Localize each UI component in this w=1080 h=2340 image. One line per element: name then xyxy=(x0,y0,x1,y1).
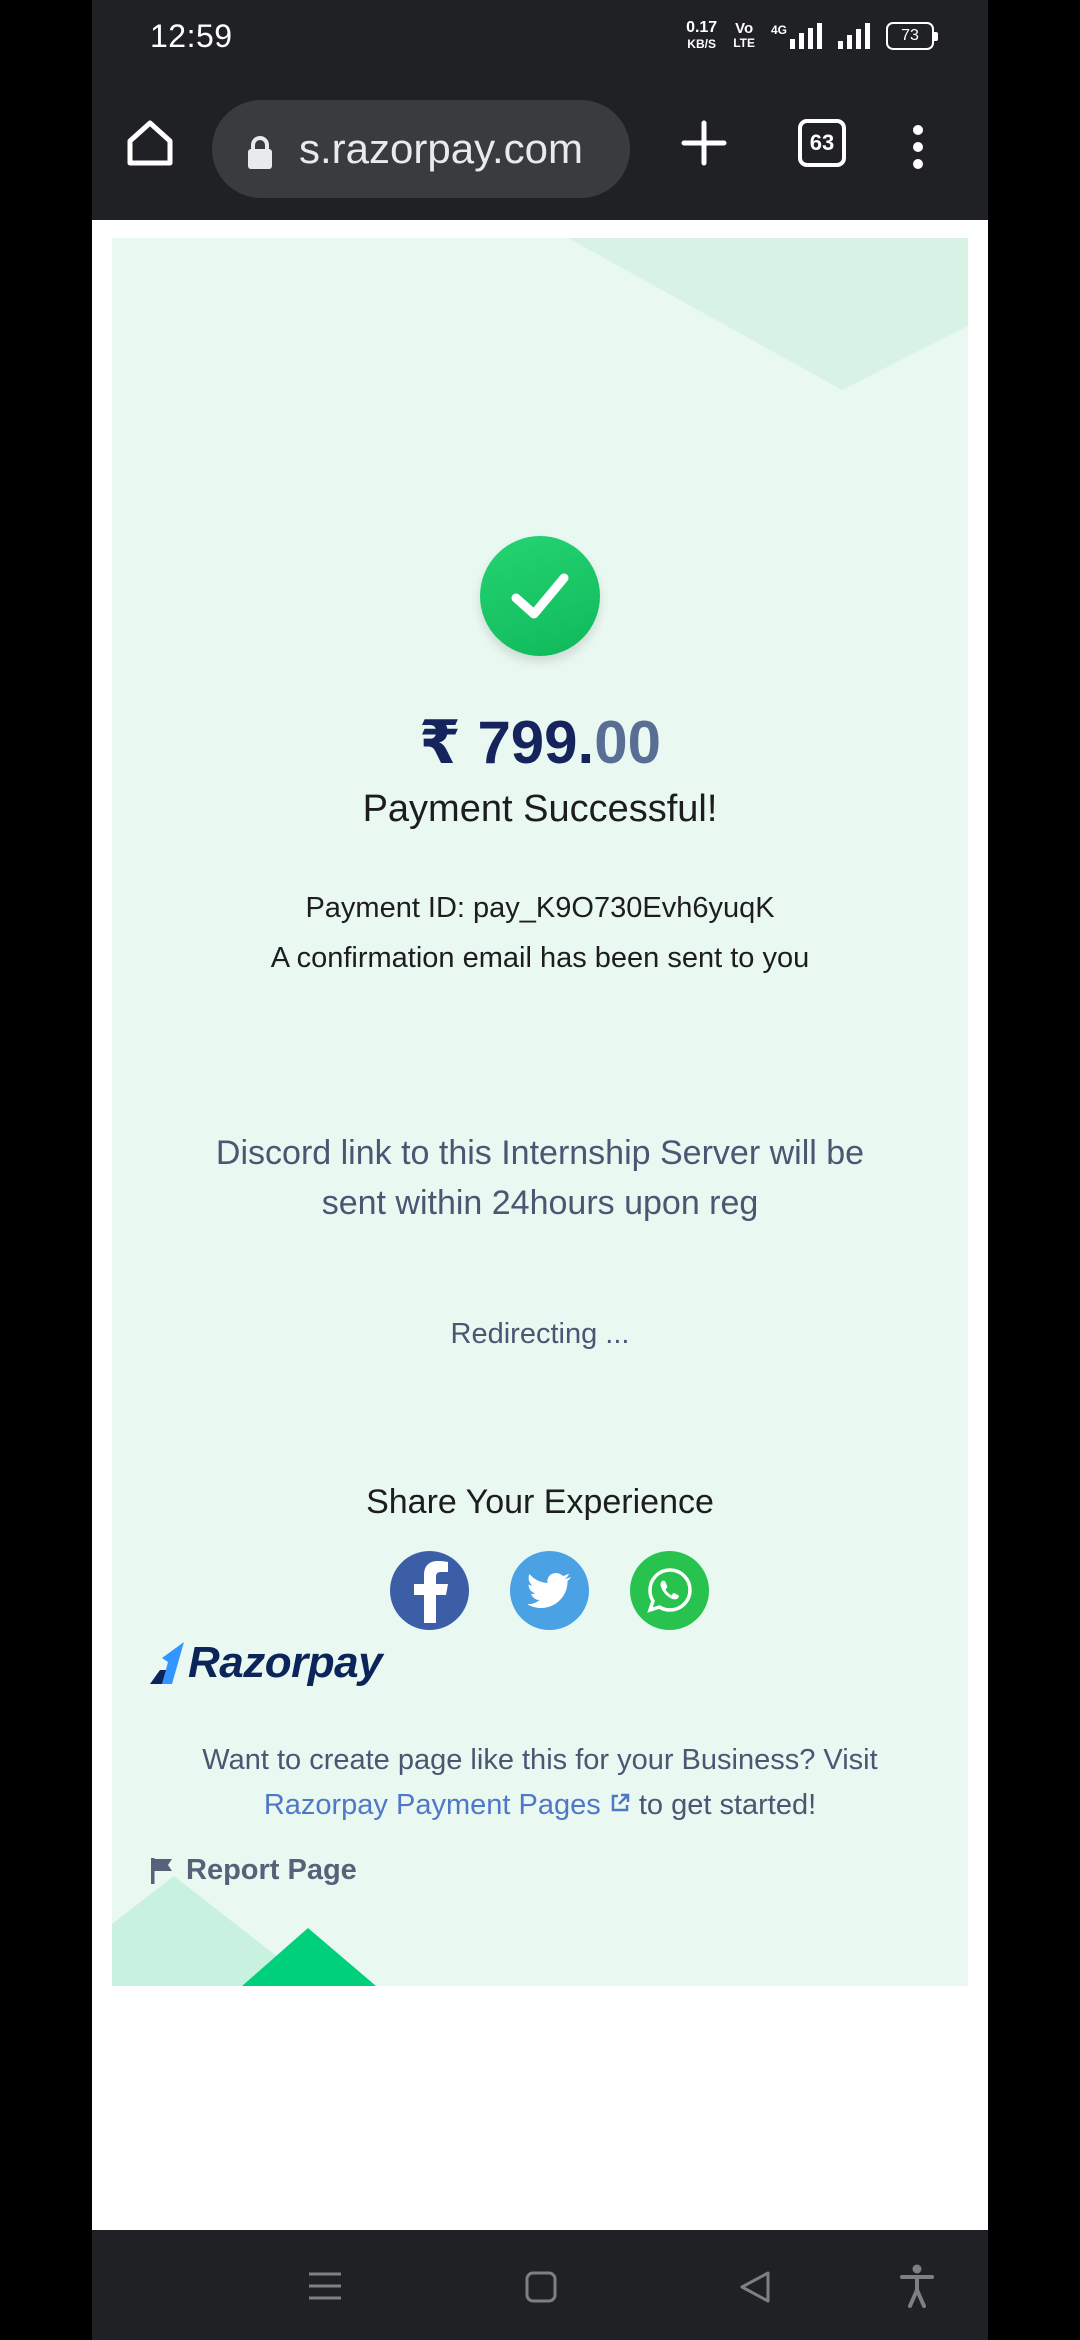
status-icons: 0.17 KB/S Vo LTE 4G 73 xyxy=(686,20,938,52)
back-triangle-icon xyxy=(740,2271,770,2303)
payment-amount: ₹ 799.00 xyxy=(112,708,968,778)
network-speed-value: 0.17 xyxy=(686,19,718,36)
phone-screen: 12:59 0.17 KB/S Vo LTE 4G 73 s.razorpay.… xyxy=(92,0,988,2340)
amount-main: 799. xyxy=(477,709,595,776)
brand-name: Razorpay xyxy=(188,1638,383,1687)
confirmation-email-note: A confirmation email has been sent to yo… xyxy=(270,942,810,974)
address-bar[interactable]: s.razorpay.com xyxy=(212,100,630,198)
redirect-status: Redirecting ... xyxy=(450,1318,630,1350)
payment-id: Payment ID: pay_K9O730Evh6yuqK xyxy=(305,892,775,924)
external-link-icon xyxy=(611,1793,630,1812)
volte-top: Vo xyxy=(735,20,754,37)
recent-apps-button[interactable] xyxy=(307,2270,343,2307)
browser-toolbar: s.razorpay.com 63 xyxy=(92,95,988,205)
success-check-icon xyxy=(480,536,600,656)
system-nav-bar xyxy=(92,2232,988,2340)
share-facebook-button[interactable] xyxy=(390,1551,469,1630)
tab-switcher-button[interactable]: 63 xyxy=(798,119,846,167)
network-speed-unit: KB/S xyxy=(687,37,716,51)
share-title: Share Your Experience xyxy=(366,1483,714,1521)
status-bar: 12:59 0.17 KB/S Vo LTE 4G 73 xyxy=(92,0,988,80)
razorpay-logo: Razorpay xyxy=(150,1638,383,1688)
facebook-icon xyxy=(413,1560,448,1623)
share-twitter-button[interactable] xyxy=(510,1551,589,1630)
new-tab-button[interactable] xyxy=(676,115,736,175)
square-icon xyxy=(525,2271,557,2303)
accessibility-button[interactable] xyxy=(900,2264,934,2313)
url-text: s.razorpay.com xyxy=(299,125,583,172)
promo-text: Want to create page like this for your B… xyxy=(142,1738,938,1828)
currency-symbol: ₹ xyxy=(419,709,461,776)
amount-decimal: 00 xyxy=(594,709,661,776)
whatsapp-icon xyxy=(646,1567,692,1613)
payment-pages-link[interactable]: Razorpay Payment Pages xyxy=(264,1789,631,1821)
status-time: 12:59 xyxy=(150,18,233,54)
home-icon xyxy=(127,120,173,166)
plus-icon xyxy=(681,120,727,166)
network-type: 4G xyxy=(770,23,787,37)
promo-lead: Want to create page like this for your B… xyxy=(202,1744,878,1776)
signal-bars-icon-2 xyxy=(838,23,870,49)
signal-4g: 4G xyxy=(771,23,822,49)
network-speed: 0.17 KB/S xyxy=(686,20,717,52)
share-buttons xyxy=(390,1551,709,1630)
home-nav-button[interactable] xyxy=(524,2270,558,2309)
decorative-shape-bottom xyxy=(112,1876,376,1986)
promo-suffix: to get started! xyxy=(638,1789,817,1821)
accessibility-icon xyxy=(900,2264,934,2308)
menu-icon xyxy=(309,2272,341,2300)
web-viewport: ₹ 799.00 Payment Successful! Payment ID:… xyxy=(92,220,988,2230)
dot-icon xyxy=(913,125,923,135)
payment-status-title: Payment Successful! xyxy=(362,788,718,830)
dot-icon xyxy=(913,159,923,169)
volte-bottom: LTE xyxy=(733,36,755,50)
signal-bars-icon xyxy=(790,23,822,49)
decorative-shape-top xyxy=(568,238,968,390)
volte-indicator: Vo LTE xyxy=(733,21,755,51)
merchant-message: Discord link to this Internship Server w… xyxy=(215,1134,865,1222)
battery-icon: 73 xyxy=(886,22,938,50)
dot-icon xyxy=(913,142,923,152)
share-whatsapp-button[interactable] xyxy=(630,1551,709,1630)
payment-pages-link-label: Razorpay Payment Pages xyxy=(263,1789,601,1821)
home-button[interactable] xyxy=(122,115,182,175)
twitter-icon xyxy=(527,1572,571,1608)
payment-page: ₹ 799.00 Payment Successful! Payment ID:… xyxy=(112,238,968,1986)
back-nav-button[interactable] xyxy=(738,2270,772,2309)
more-menu-button[interactable] xyxy=(912,125,924,169)
razorpay-logo-icon xyxy=(150,1642,184,1684)
lock-icon xyxy=(248,136,272,169)
